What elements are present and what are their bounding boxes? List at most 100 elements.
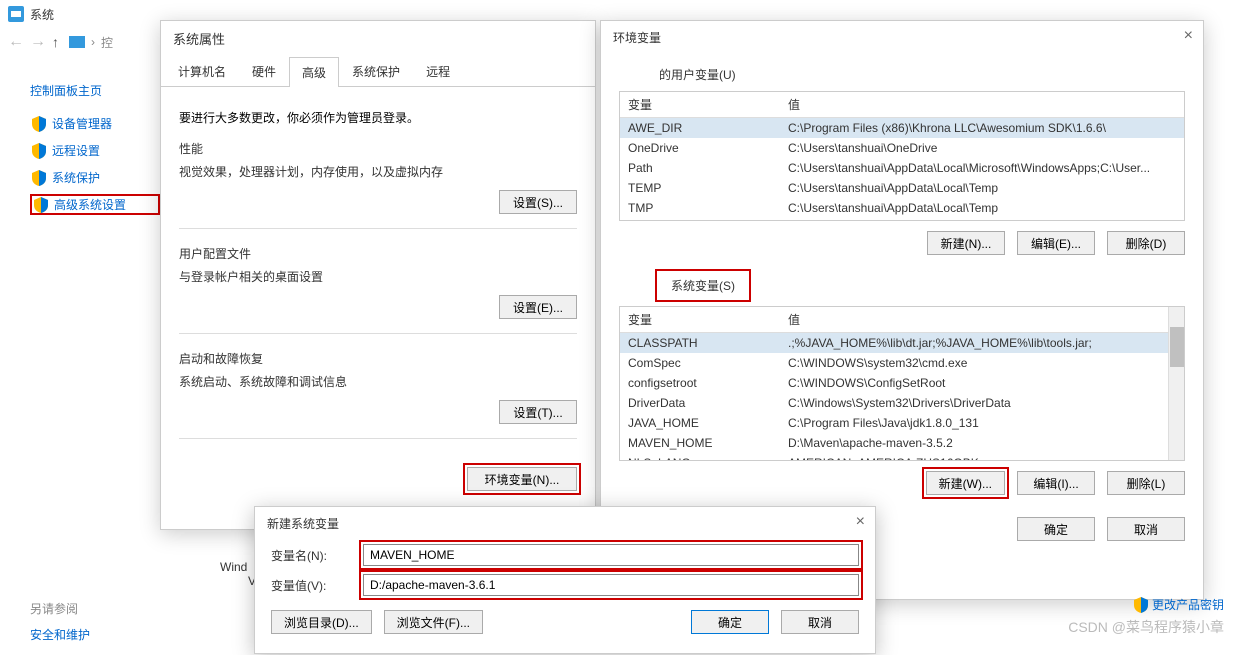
profile-title: 用户配置文件 bbox=[179, 245, 577, 262]
newvar-close-icon[interactable]: × bbox=[856, 513, 865, 531]
see-also-label: 另请参阅 bbox=[30, 600, 78, 617]
var-name: OneDrive bbox=[620, 138, 780, 158]
newvar-title: 新建系统变量 bbox=[255, 507, 875, 540]
var-value: C:\WINDOWS\system32\cmd.exe bbox=[780, 353, 1184, 373]
table-row[interactable]: ComSpecC:\WINDOWS\system32\cmd.exe bbox=[620, 353, 1184, 373]
browse-file-button[interactable]: 浏览文件(F)... bbox=[384, 610, 483, 634]
shield-icon bbox=[34, 197, 48, 213]
shield-icon bbox=[32, 170, 46, 186]
col-var[interactable]: 变量 bbox=[620, 92, 780, 118]
tab-远程[interactable]: 远程 bbox=[413, 56, 463, 86]
sidebar-item-0[interactable]: 设备管理器 bbox=[30, 113, 160, 134]
security-maintenance-link[interactable]: 安全和维护 bbox=[30, 626, 90, 643]
breadcrumb-icon bbox=[69, 36, 85, 48]
system-icon bbox=[8, 6, 24, 22]
watermark: CSDN @菜鸟程序猿小章 bbox=[1068, 617, 1224, 637]
user-edit-button[interactable]: 编辑(E)... bbox=[1017, 231, 1095, 255]
table-row[interactable]: DriverDataC:\Windows\System32\Drivers\Dr… bbox=[620, 393, 1184, 413]
user-delete-button[interactable]: 删除(D) bbox=[1107, 231, 1185, 255]
var-value: AMERICAN_AMERICA.ZHS16GBK bbox=[780, 453, 1184, 461]
sysprop-info: 要进行大多数更改，你必须作为管理员登录。 bbox=[179, 109, 577, 126]
var-name: TMP bbox=[620, 198, 780, 218]
env-cancel-button[interactable]: 取消 bbox=[1107, 517, 1185, 541]
tab-计算机名[interactable]: 计算机名 bbox=[165, 56, 239, 86]
var-name: CLASSPATH bbox=[620, 333, 780, 354]
change-product-key-link[interactable]: 更改产品密钥 bbox=[1134, 596, 1224, 613]
sys-vars-table[interactable]: 变量值 CLASSPATH.;%JAVA_HOME%\lib\dt.jar;%J… bbox=[619, 306, 1185, 461]
var-name: NLS_LANG bbox=[620, 453, 780, 461]
var-value: C:\Program Files (x86)\Khrona LLC\Awesom… bbox=[780, 118, 1184, 139]
var-value: C:\Windows\System32\Drivers\DriverData bbox=[780, 393, 1184, 413]
var-value-label: 变量值(V): bbox=[271, 577, 351, 594]
sys-delete-button[interactable]: 删除(L) bbox=[1107, 471, 1185, 495]
breadcrumb-text[interactable]: 控 bbox=[101, 34, 113, 51]
col-val[interactable]: 值 bbox=[780, 92, 1184, 118]
table-row[interactable]: TMPC:\Users\tanshuai\AppData\Local\Temp bbox=[620, 198, 1184, 218]
new-sysvar-dialog: 新建系统变量 × 变量名(N): 变量值(V): 浏览目录(D)... 浏览文件… bbox=[254, 506, 876, 654]
tab-系统保护[interactable]: 系统保护 bbox=[339, 56, 413, 86]
var-value: C:\Users\tanshuai\AppData\Local\Temp bbox=[780, 198, 1184, 218]
shield-icon bbox=[32, 143, 46, 159]
startup-group: 启动和故障恢复 系统启动、系统故障和调试信息 设置(T)... bbox=[179, 350, 577, 439]
sysprop-tabs: 计算机名硬件高级系统保护远程 bbox=[161, 56, 595, 87]
var-value: .;%JAVA_HOME%\lib\dt.jar;%JAVA_HOME%\lib… bbox=[780, 333, 1184, 354]
var-value: D:\Maven\apache-maven-3.5.2 bbox=[780, 433, 1184, 453]
env-ok-button[interactable]: 确定 bbox=[1017, 517, 1095, 541]
var-value: C:\Users\tanshuai\AppData\Local\Microsof… bbox=[780, 158, 1184, 178]
table-row[interactable]: MAVEN_HOMED:\Maven\apache-maven-3.5.2 bbox=[620, 433, 1184, 453]
var-name: JAVA_HOME bbox=[620, 413, 780, 433]
sys-scrollbar[interactable] bbox=[1168, 307, 1184, 460]
startup-title: 启动和故障恢复 bbox=[179, 350, 577, 367]
user-new-button[interactable]: 新建(N)... bbox=[927, 231, 1005, 255]
table-row[interactable]: configsetrootC:\WINDOWS\ConfigSetRoot bbox=[620, 373, 1184, 393]
var-name: ComSpec bbox=[620, 353, 780, 373]
var-name: MAVEN_HOME bbox=[620, 433, 780, 453]
perf-settings-button[interactable]: 设置(S)... bbox=[499, 190, 577, 214]
table-row[interactable]: OneDriveC:\Users\tanshuai\OneDrive bbox=[620, 138, 1184, 158]
shield-icon bbox=[32, 116, 46, 132]
system-title: 系统 bbox=[30, 6, 54, 23]
table-row[interactable]: PathC:\Users\tanshuai\AppData\Local\Micr… bbox=[620, 158, 1184, 178]
startup-settings-button[interactable]: 设置(T)... bbox=[499, 400, 577, 424]
table-row[interactable]: JAVA_HOMEC:\Program Files\Java\jdk1.8.0_… bbox=[620, 413, 1184, 433]
shield-icon bbox=[1134, 597, 1148, 613]
col-val-s[interactable]: 值 bbox=[780, 307, 1184, 333]
profile-settings-button[interactable]: 设置(E)... bbox=[499, 295, 577, 319]
user-vars-label: 的用户变量(U) bbox=[659, 66, 1185, 83]
tab-高级[interactable]: 高级 bbox=[289, 57, 339, 87]
sidebar-item-1[interactable]: 远程设置 bbox=[30, 140, 160, 161]
browse-dir-button[interactable]: 浏览目录(D)... bbox=[271, 610, 372, 634]
var-value-input[interactable] bbox=[363, 574, 859, 596]
sidebar-item-label: 远程设置 bbox=[52, 142, 100, 159]
back-icon[interactable]: ← bbox=[8, 33, 24, 51]
col-var-s[interactable]: 变量 bbox=[620, 307, 780, 333]
tab-硬件[interactable]: 硬件 bbox=[239, 56, 289, 86]
newvar-cancel-button[interactable]: 取消 bbox=[781, 610, 859, 634]
sidebar-home[interactable]: 控制面板主页 bbox=[30, 82, 160, 99]
var-name-label: 变量名(N): bbox=[271, 547, 351, 564]
profile-desc: 与登录帐户相关的桌面设置 bbox=[179, 268, 577, 285]
table-row[interactable]: NLS_LANGAMERICAN_AMERICA.ZHS16GBK bbox=[620, 453, 1184, 461]
newvar-ok-button[interactable]: 确定 bbox=[691, 610, 769, 634]
var-value: C:\Users\tanshuai\AppData\Local\Temp bbox=[780, 178, 1184, 198]
env-close-icon[interactable]: × bbox=[1184, 27, 1193, 45]
forward-icon[interactable]: → bbox=[30, 33, 46, 51]
perf-title: 性能 bbox=[179, 140, 577, 157]
up-icon[interactable]: ↑ bbox=[52, 34, 59, 50]
env-vars-button[interactable]: 环境变量(N)... bbox=[467, 467, 577, 491]
table-row[interactable]: TEMPC:\Users\tanshuai\AppData\Local\Temp bbox=[620, 178, 1184, 198]
startup-desc: 系统启动、系统故障和调试信息 bbox=[179, 373, 577, 390]
scrollbar-thumb[interactable] bbox=[1170, 327, 1184, 367]
sys-new-button[interactable]: 新建(W)... bbox=[926, 471, 1005, 495]
var-name-input[interactable] bbox=[363, 544, 859, 566]
sys-edit-button[interactable]: 编辑(I)... bbox=[1017, 471, 1095, 495]
user-vars-table[interactable]: 变量值 AWE_DIRC:\Program Files (x86)\Khrona… bbox=[619, 91, 1185, 221]
table-row[interactable]: AWE_DIRC:\Program Files (x86)\Khrona LLC… bbox=[620, 118, 1184, 139]
table-row[interactable]: CLASSPATH.;%JAVA_HOME%\lib\dt.jar;%JAVA_… bbox=[620, 333, 1184, 354]
var-name: DriverData bbox=[620, 393, 780, 413]
env-title: 环境变量 bbox=[601, 21, 1203, 54]
sidebar-item-2[interactable]: 系统保护 bbox=[30, 167, 160, 188]
var-name: Path bbox=[620, 158, 780, 178]
sidebar-item-3[interactable]: 高级系统设置 bbox=[30, 194, 160, 215]
sidebar-item-label: 系统保护 bbox=[52, 169, 100, 186]
